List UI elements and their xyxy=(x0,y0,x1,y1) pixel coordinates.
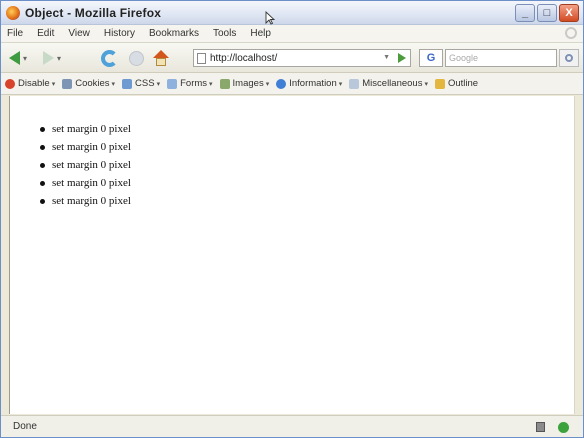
reload-icon xyxy=(101,49,118,67)
bullet-list: set margin 0 pixel set margin 0 pixel se… xyxy=(40,123,131,213)
outline-icon xyxy=(434,78,445,89)
stop-button[interactable] xyxy=(129,49,144,67)
url-bar[interactable]: http://localhost/ ▼ xyxy=(193,49,411,67)
dev-forms-menu[interactable]: Forms ▾ xyxy=(167,78,213,89)
back-button[interactable]: ▾ xyxy=(9,49,27,67)
menu-view[interactable]: View xyxy=(68,28,90,39)
menu-bar: File Edit View History Bookmarks Tools H… xyxy=(1,25,583,43)
go-icon[interactable] xyxy=(398,53,406,63)
list-item: set margin 0 pixel xyxy=(40,141,131,159)
maximize-button[interactable]: □ xyxy=(537,4,557,22)
google-icon: G xyxy=(426,52,436,64)
menu-help[interactable]: Help xyxy=(250,28,271,39)
title-bar: Object - Mozilla Firefox _ □ X xyxy=(1,1,583,25)
reload-button[interactable] xyxy=(101,49,118,67)
mouse-cursor-icon xyxy=(265,11,275,25)
menu-file[interactable]: File xyxy=(7,28,23,39)
dev-disable-label: Disable xyxy=(18,78,50,89)
stop-icon xyxy=(129,50,144,66)
dev-cookies-menu[interactable]: Cookies ▾ xyxy=(62,78,115,89)
list-item: set margin 0 pixel xyxy=(40,195,131,213)
dev-miscellaneous-menu[interactable]: Miscellaneous ▾ xyxy=(349,78,428,89)
dev-css-menu[interactable]: CSS ▾ xyxy=(122,78,160,89)
menu-history[interactable]: History xyxy=(104,28,135,39)
close-button[interactable]: X xyxy=(559,4,579,22)
miscellaneous-icon xyxy=(349,78,360,89)
url-history-dropdown-icon[interactable]: ▼ xyxy=(383,54,390,61)
dev-miscellaneous-label: Miscellaneous xyxy=(362,78,423,89)
dev-outline-label: Outline xyxy=(447,78,479,89)
search-input[interactable]: Google xyxy=(445,49,557,67)
page-icon xyxy=(197,52,206,64)
dev-images-menu[interactable]: Images ▾ xyxy=(219,78,269,89)
home-button[interactable] xyxy=(153,49,169,67)
dev-cookies-label: Cookies xyxy=(75,78,110,89)
disable-icon xyxy=(5,78,15,89)
dev-outline-menu[interactable]: Outline xyxy=(434,78,479,89)
search-button[interactable] xyxy=(559,49,579,67)
forward-dropdown-icon[interactable]: ▾ xyxy=(57,54,61,63)
images-icon xyxy=(219,78,230,89)
browser-window: Object - Mozilla Firefox _ □ X File Edit… xyxy=(0,0,584,438)
dev-css-label: CSS xyxy=(135,78,155,89)
page-content: set margin 0 pixel set margin 0 pixel se… xyxy=(9,96,575,414)
list-item: set margin 0 pixel xyxy=(40,123,131,141)
dev-disable-menu[interactable]: Disable ▾ xyxy=(5,78,55,89)
search-icon xyxy=(565,54,573,62)
secure-status-icon[interactable] xyxy=(558,422,569,433)
css-icon xyxy=(122,78,133,89)
status-text: Done xyxy=(13,421,37,432)
back-dropdown-icon[interactable]: ▾ xyxy=(23,54,27,63)
forms-icon xyxy=(167,78,178,89)
information-icon xyxy=(276,78,287,89)
list-item: set margin 0 pixel xyxy=(40,177,131,195)
dev-forms-label: Forms xyxy=(180,78,208,89)
dev-information-menu[interactable]: Information ▾ xyxy=(276,78,342,89)
dev-information-label: Information xyxy=(289,78,337,89)
status-bar: Done xyxy=(1,415,583,437)
web-developer-toolbar: Disable ▾ Cookies ▾ CSS ▾ Forms ▾ Images ▾ In… xyxy=(1,73,583,95)
menu-bookmarks[interactable]: Bookmarks xyxy=(149,28,199,39)
home-icon xyxy=(153,50,169,66)
forward-arrow-icon xyxy=(43,51,54,65)
list-item: set margin 0 pixel xyxy=(40,159,131,177)
url-text[interactable]: http://localhost/ xyxy=(210,53,277,64)
dev-images-label: Images xyxy=(232,78,264,89)
search-engine-selector[interactable]: G xyxy=(419,49,443,67)
cookies-icon xyxy=(62,78,73,89)
back-arrow-icon xyxy=(9,51,20,65)
window-title: Object - Mozilla Firefox xyxy=(25,6,162,20)
minimize-button[interactable]: _ xyxy=(515,4,535,22)
menu-tools[interactable]: Tools xyxy=(213,28,236,39)
menu-edit[interactable]: Edit xyxy=(37,28,54,39)
forward-button[interactable]: ▾ xyxy=(43,49,61,67)
throbber-icon xyxy=(565,27,577,39)
page-info-icon[interactable] xyxy=(536,422,545,432)
navigation-toolbar: ▾ ▾ http://localhost/ ▼ G Google xyxy=(1,43,583,73)
firefox-icon xyxy=(6,6,20,20)
